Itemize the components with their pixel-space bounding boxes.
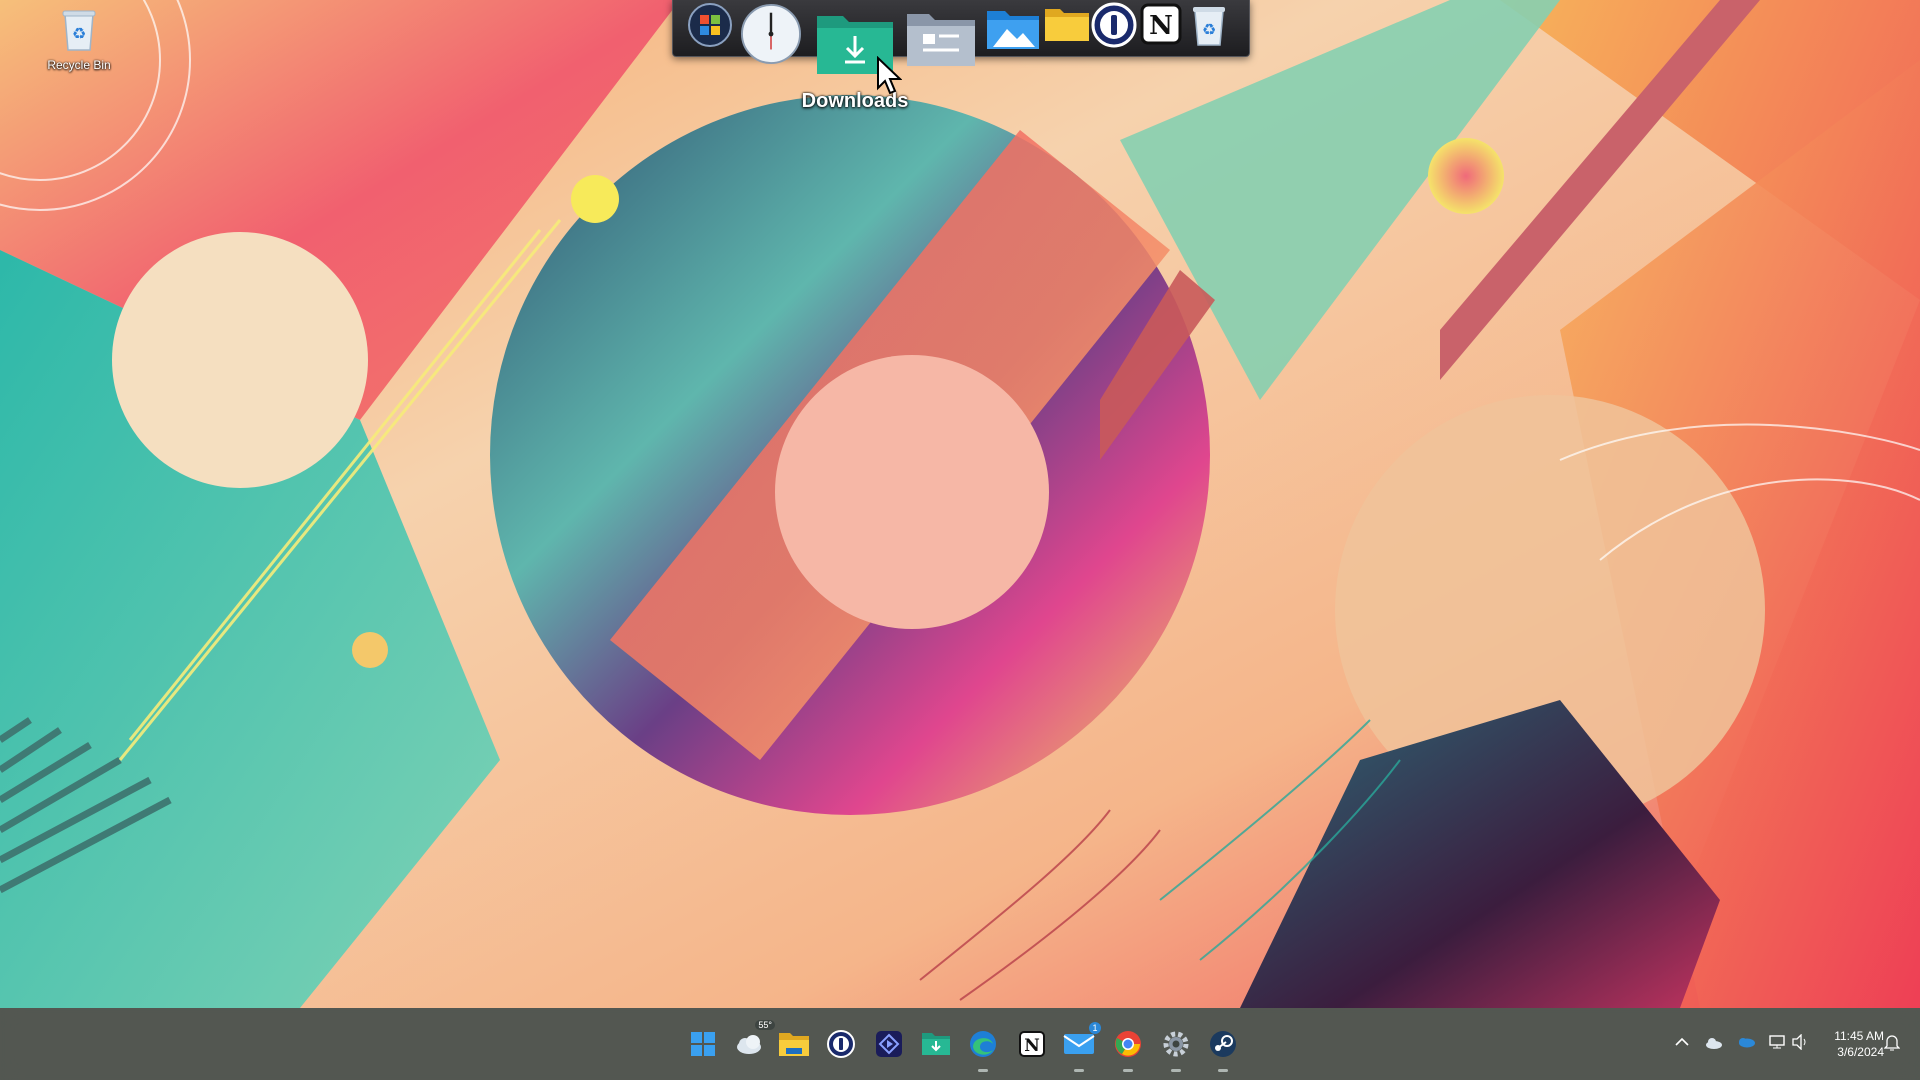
taskbar-steam[interactable]: [1205, 1026, 1241, 1072]
desktop-icon-label: Recycle Bin: [47, 58, 111, 72]
taskbar-mail[interactable]: 1: [1061, 1022, 1101, 1072]
mail-icon: [1063, 1034, 1095, 1054]
bell-icon: [1884, 1035, 1900, 1051]
running-indicator: [1074, 1069, 1084, 1072]
mail-unread-badge: 1: [1089, 1022, 1101, 1034]
cloud-sun-icon: [1706, 1038, 1722, 1049]
dock-tooltip: Downloads: [801, 90, 909, 112]
tray-weather[interactable]: [1702, 1030, 1726, 1054]
taskbar-clock[interactable]: 11:45 AM 3/6/2024: [1812, 1028, 1884, 1060]
tray-onedrive[interactable]: [1734, 1030, 1758, 1054]
onedrive-icon: [1739, 1038, 1755, 1048]
taskbar-notion[interactable]: N: [1014, 1026, 1050, 1062]
dock-item-folder[interactable]: [1043, 4, 1091, 44]
tray-display[interactable]: [1765, 1030, 1789, 1054]
clock-date: 3/6/2024: [1837, 1045, 1884, 1059]
media-app-icon: [876, 1031, 902, 1057]
chrome-icon: [1115, 1031, 1141, 1057]
tray-volume[interactable]: [1788, 1030, 1812, 1054]
taskbar-start-button[interactable]: [685, 1026, 721, 1062]
tray-show-hidden-icons[interactable]: [1670, 1030, 1694, 1054]
notion-icon: N: [1140, 3, 1182, 45]
mouse-cursor-icon: [876, 55, 903, 101]
svg-text:♻: ♻: [72, 24, 86, 43]
recycle-bin-icon: ♻: [1193, 7, 1225, 46]
running-indicator: [1123, 1069, 1133, 1072]
running-indicator: [1218, 1069, 1228, 1072]
documents-folder-icon: [907, 14, 975, 66]
steam-icon: [1210, 1031, 1236, 1057]
taskbar-media-app[interactable]: [871, 1026, 907, 1062]
taskbar-1password[interactable]: [823, 1026, 859, 1062]
notion-icon: N: [1019, 1031, 1045, 1057]
desktop-wallpaper: [0, 0, 1920, 1008]
monitor-icon: [1769, 1035, 1785, 1049]
running-indicator: [978, 1069, 988, 1072]
top-dock: N ♻: [672, 0, 1250, 74]
taskbar-weather[interactable]: 55°: [731, 1020, 775, 1062]
dock-item-1password[interactable]: [1091, 2, 1137, 48]
folder-icon: [1045, 9, 1089, 41]
dock-item-notion[interactable]: N: [1139, 2, 1183, 46]
svg-text:N: N: [1024, 1036, 1040, 1056]
windows-orb-icon: [688, 3, 732, 47]
clock-time: 11:45 AM: [1834, 1029, 1884, 1043]
dock-item-documents[interactable]: [905, 10, 977, 68]
downloads-folder-icon: [922, 1033, 950, 1055]
windows-start-icon: [691, 1032, 715, 1056]
taskbar-file-explorer[interactable]: [776, 1026, 812, 1062]
edge-icon: [970, 1031, 996, 1057]
1password-icon: [1091, 2, 1137, 48]
taskbar-settings[interactable]: [1158, 1026, 1194, 1072]
file-explorer-icon: [779, 1033, 809, 1056]
taskbar-edge[interactable]: [965, 1026, 1001, 1072]
taskbar-chrome[interactable]: [1110, 1026, 1146, 1072]
recycle-bin-icon: ♻: [57, 6, 101, 52]
dock-item-pictures[interactable]: [985, 6, 1041, 52]
svg-text:♻: ♻: [1202, 20, 1216, 39]
taskbar: 55° N 1 11:45 AM 3/6/2024: [0, 1008, 1920, 1080]
tray-notifications[interactable]: [1880, 1030, 1904, 1054]
pictures-folder-icon: [987, 11, 1039, 49]
dock-item-clock[interactable]: [741, 2, 801, 66]
weather-temperature: 55°: [755, 1020, 775, 1030]
chevron-up-icon: [1675, 1037, 1689, 1046]
taskbar-downloads[interactable]: [918, 1026, 954, 1062]
1password-icon: [827, 1030, 855, 1058]
weather-icon: [737, 1035, 761, 1054]
dock-item-recycle-bin[interactable]: ♻: [1187, 2, 1231, 48]
svg-text:N: N: [1149, 11, 1173, 41]
speaker-icon: [1792, 1034, 1806, 1050]
running-indicator: [1171, 1069, 1181, 1072]
dock-item-start-orb[interactable]: [687, 2, 733, 48]
desktop-icon-recycle-bin[interactable]: ♻ Recycle Bin: [44, 6, 114, 72]
settings-gear-icon: [1163, 1031, 1189, 1057]
clock-icon: [741, 4, 801, 64]
